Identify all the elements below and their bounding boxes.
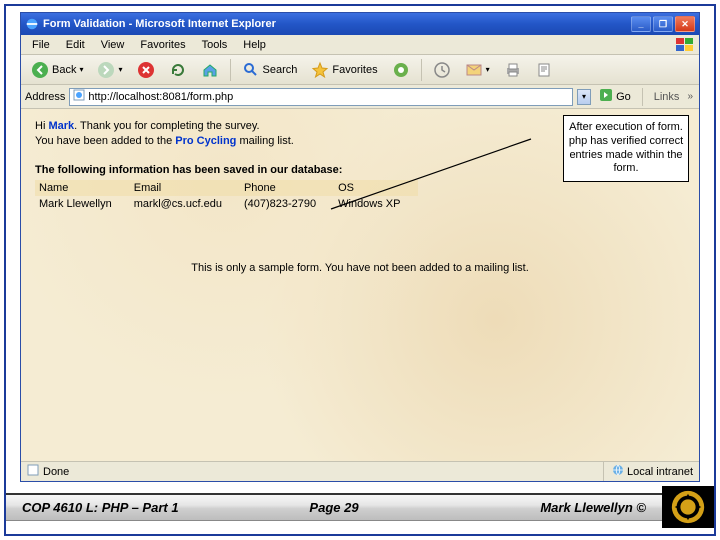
back-dropdown-icon[interactable]: ▾ (79, 65, 83, 74)
status-text: Done (43, 466, 69, 478)
forward-arrow-icon (97, 61, 115, 79)
added-prefix: You have been added to the (35, 135, 175, 147)
back-label: Back (52, 64, 76, 76)
slide-footer: COP 4610 L: PHP – Part 1 Page 29 Mark Ll… (6, 486, 714, 528)
page-icon (73, 89, 85, 104)
browser-window: Form Validation - Microsoft Internet Exp… (20, 12, 700, 482)
stop-button[interactable] (131, 58, 161, 82)
links-label[interactable]: Links (650, 91, 684, 103)
forward-dropdown-icon[interactable]: ▾ (118, 65, 122, 74)
window-title: Form Validation - Microsoft Internet Exp… (43, 18, 631, 30)
menu-tools[interactable]: Tools (195, 37, 235, 53)
address-dropdown-button[interactable]: ▾ (577, 89, 591, 105)
greeting-name: Mark (48, 120, 74, 132)
table-row: Mark Llewellyn markl@cs.ucf.edu (407)823… (35, 196, 418, 212)
menu-favorites[interactable]: Favorites (133, 37, 192, 53)
added-suffix: mailing list. (236, 135, 293, 147)
col-os: OS (334, 180, 418, 196)
col-name: Name (35, 180, 130, 196)
back-button[interactable]: Back ▾ (25, 58, 89, 82)
ucf-logo-icon (662, 486, 714, 528)
toolbar-separator-2 (421, 59, 422, 81)
footer-bar: COP 4610 L: PHP – Part 1 Page 29 Mark Ll… (6, 493, 662, 521)
mail-icon (465, 61, 483, 79)
footer-course: COP 4610 L: PHP – Part 1 (22, 500, 230, 515)
cell-name: Mark Llewellyn (35, 196, 130, 212)
favorites-button[interactable]: Favorites (305, 58, 383, 82)
menu-edit[interactable]: Edit (59, 37, 92, 53)
edit-icon (536, 61, 554, 79)
go-button[interactable]: Go (595, 88, 635, 105)
history-icon (433, 61, 451, 79)
media-icon (392, 61, 410, 79)
home-icon (201, 61, 219, 79)
standard-toolbar: Back ▾ ▾ (21, 55, 699, 85)
address-input[interactable] (88, 91, 569, 103)
address-field-wrapper (69, 88, 573, 106)
close-button[interactable]: ✕ (675, 16, 695, 32)
favorites-label: Favorites (332, 64, 377, 76)
print-button[interactable] (498, 58, 528, 82)
menu-help[interactable]: Help (236, 37, 273, 53)
go-arrow-icon (599, 88, 613, 105)
zone-label: Local intranet (627, 466, 693, 478)
home-button[interactable] (195, 58, 225, 82)
cell-phone: (407)823-2790 (240, 196, 334, 212)
minimize-button[interactable]: _ (631, 16, 651, 32)
saved-info-table: Name Email Phone OS Mark Llewellyn markl… (35, 180, 418, 212)
footer-page: Page 29 (230, 500, 438, 515)
status-bar: Done Local intranet (21, 461, 699, 481)
address-separator (642, 88, 643, 106)
refresh-icon (169, 61, 187, 79)
search-button[interactable]: Search (236, 58, 304, 82)
cell-os: Windows XP (334, 196, 418, 212)
annotation-callout: After execution of form. php has verifie… (563, 115, 689, 182)
security-zone: Local intranet (603, 462, 693, 481)
intranet-icon (612, 464, 624, 479)
search-label: Search (263, 64, 298, 76)
menu-bar: File Edit View Favorites Tools Help (21, 35, 699, 55)
refresh-button[interactable] (163, 58, 193, 82)
toolbar-separator (230, 59, 231, 81)
page-content: Hi Mark. Thank you for completing the su… (21, 109, 699, 461)
col-phone: Phone (240, 180, 334, 196)
window-titlebar: Form Validation - Microsoft Internet Exp… (21, 13, 699, 35)
window-controls: _ ❐ ✕ (631, 16, 695, 32)
col-email: Email (130, 180, 240, 196)
media-button[interactable] (386, 58, 416, 82)
back-arrow-icon (31, 61, 49, 79)
page-status-icon (27, 464, 39, 479)
added-list-name: Pro Cycling (175, 135, 236, 147)
callout-text: After execution of form. php has verifie… (569, 121, 683, 174)
history-button[interactable] (427, 58, 457, 82)
cell-email: markl@cs.ucf.edu (130, 196, 240, 212)
footer-author: Mark Llewellyn © (438, 500, 646, 515)
disclaimer-text: This is only a sample form. You have not… (35, 262, 685, 274)
address-label: Address (25, 91, 65, 103)
ie-logo-icon (25, 17, 39, 31)
mail-dropdown-icon[interactable]: ▾ (486, 65, 490, 74)
edit-button[interactable] (530, 58, 560, 82)
menu-file[interactable]: File (25, 37, 57, 53)
maximize-button[interactable]: ❐ (653, 16, 673, 32)
menu-view[interactable]: View (94, 37, 132, 53)
stop-icon (137, 61, 155, 79)
windows-flag-icon (675, 37, 695, 53)
print-icon (504, 61, 522, 79)
address-bar: Address ▾ Go Links » (21, 85, 699, 109)
star-icon (311, 61, 329, 79)
slide-frame: Form Validation - Microsoft Internet Exp… (4, 4, 716, 536)
search-icon (242, 61, 260, 79)
go-label: Go (616, 91, 631, 103)
greeting-prefix: Hi (35, 120, 48, 132)
mail-button[interactable]: ▾ (459, 58, 496, 82)
table-header-row: Name Email Phone OS (35, 180, 418, 196)
greeting-suffix: . Thank you for completing the survey. (74, 120, 259, 132)
forward-button[interactable]: ▾ (91, 58, 128, 82)
links-chevron-icon[interactable]: » (687, 91, 695, 102)
